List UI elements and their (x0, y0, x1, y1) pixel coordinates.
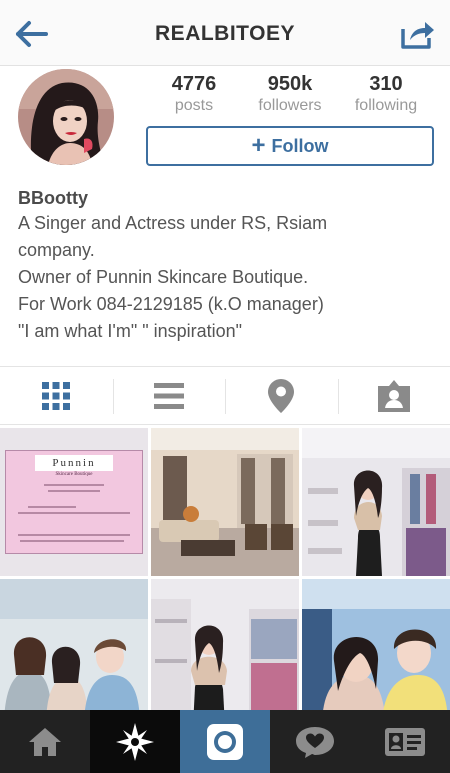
home-icon (29, 727, 61, 756)
flyer-sub: Skincare Boutique (55, 472, 93, 477)
nav-home[interactable] (0, 710, 90, 773)
photo-boutique (302, 428, 450, 576)
follow-button[interactable]: + Follow (146, 126, 434, 166)
following-label: following (354, 97, 418, 114)
nav-profile[interactable] (360, 710, 450, 773)
activity-heart-icon (296, 726, 334, 758)
flyer-card: Punnin Skincare Boutique (5, 450, 143, 554)
bio-line: company. (18, 240, 95, 260)
page-title: REALBITOEY (155, 22, 295, 45)
promo-flyer: Punnin Skincare Boutique (0, 428, 148, 576)
photo-shop-floor (151, 579, 299, 710)
posts-count: 4776 (171, 73, 217, 95)
stat-following[interactable]: 310 following (338, 72, 434, 120)
stat-posts[interactable]: 4776 posts (146, 72, 242, 120)
followers-count: 950k (267, 73, 313, 95)
flyer-logo: Punnin (35, 455, 113, 471)
photo-tile[interactable] (302, 428, 450, 576)
photo-tile[interactable] (302, 579, 450, 710)
photo-grid: Punnin Skincare Boutique (0, 428, 450, 710)
follow-label: Follow (271, 135, 329, 156)
share-button[interactable] (400, 18, 436, 50)
nav-explore[interactable] (90, 710, 180, 773)
photo-tile[interactable] (151, 428, 299, 576)
bio-line: Owner of Punnin Skincare Boutique. (18, 267, 309, 287)
profile-name: BBootty (18, 188, 88, 208)
tab-grid-view[interactable] (0, 367, 113, 424)
tab-list-view[interactable] (112, 367, 226, 424)
avatar[interactable] (18, 69, 114, 165)
photo-group (0, 579, 148, 710)
camera-icon (207, 723, 243, 760)
share-icon (401, 22, 434, 49)
bottom-nav (0, 710, 450, 773)
view-switcher (0, 366, 450, 425)
bio-line: "I am what I'm" " inspiration" (18, 321, 243, 341)
tagged-user-icon (377, 379, 410, 412)
bio-line: A Singer and Actress under RS, Rsiam (18, 213, 328, 233)
stat-followers[interactable]: 950k followers (242, 72, 338, 120)
profile-stats: 4776 posts 950k followers 310 following (146, 72, 434, 120)
followers-label: followers (258, 97, 322, 114)
bio-line[interactable]: For Work 084-2129185 (k.O manager) (18, 291, 438, 318)
photo-selfie (302, 579, 450, 710)
list-icon (153, 382, 184, 409)
profile-card-icon (385, 727, 425, 756)
explore-star-icon (116, 722, 154, 761)
avatar-photo (18, 69, 114, 165)
posts-label: posts (174, 97, 214, 114)
nav-activity[interactable] (270, 710, 360, 773)
photo-tile[interactable]: Punnin Skincare Boutique (0, 428, 148, 576)
flyer-text-lines (18, 484, 130, 542)
grid-icon (42, 381, 71, 410)
plus-icon: + (251, 132, 266, 159)
tab-map-view[interactable] (225, 367, 338, 424)
photo-living-room (151, 428, 299, 576)
location-pin-icon (268, 378, 295, 413)
top-bar: REALBITOEY (0, 0, 450, 66)
nav-camera[interactable] (180, 710, 270, 773)
tab-tagged-view[interactable] (337, 367, 450, 424)
following-count: 310 (369, 73, 403, 95)
photo-tile[interactable] (0, 579, 148, 710)
photo-tile[interactable] (151, 579, 299, 710)
profile-bio: BBootty A Singer and Actress under RS, R… (18, 186, 438, 345)
